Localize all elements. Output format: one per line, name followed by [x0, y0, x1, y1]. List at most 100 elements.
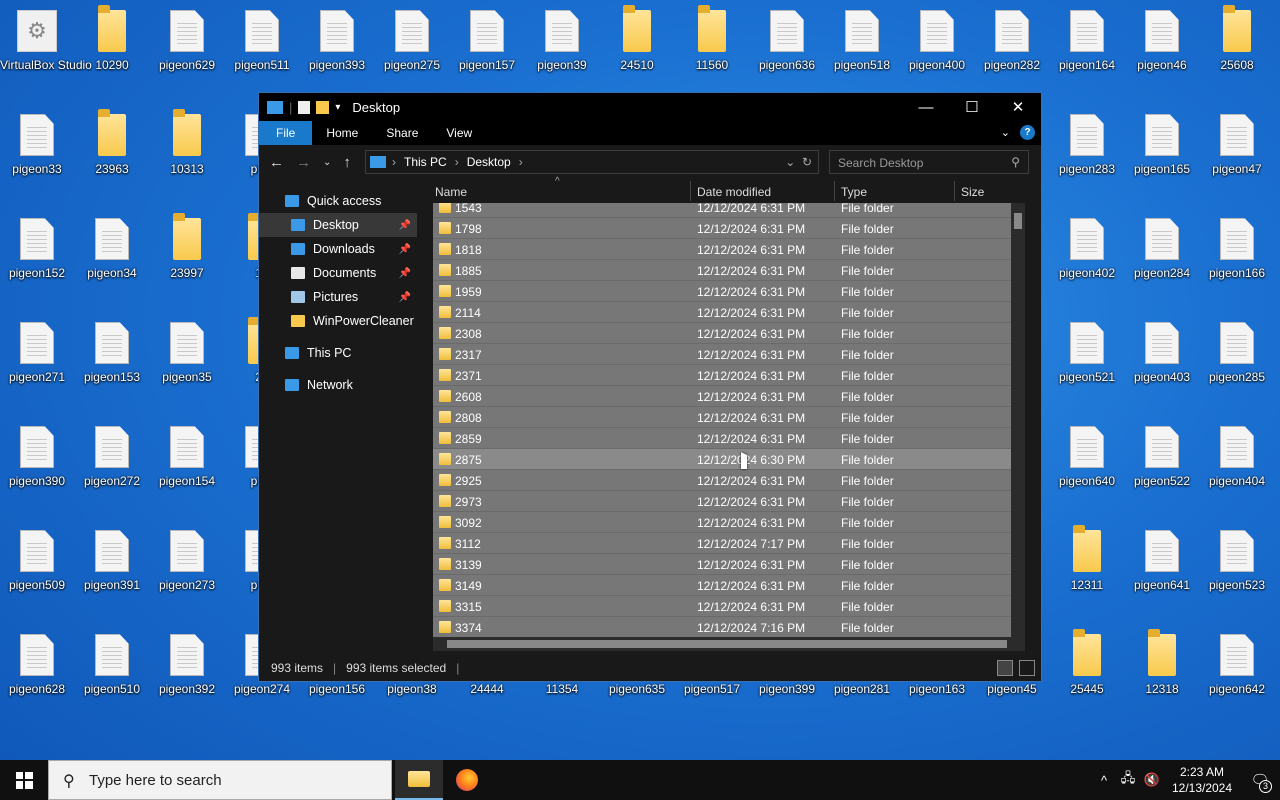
desktop-icon-file[interactable]: pigeon642	[1200, 624, 1274, 718]
desktop-icon-folder[interactable]: 23963	[75, 104, 149, 198]
desktop-icon-file[interactable]: pigeon391	[75, 520, 149, 614]
table-row[interactable]: 2973 12/12/2024 6:31 PM File folder	[433, 491, 1025, 512]
desktop-icon-folder[interactable]: 12318	[1125, 624, 1199, 718]
desktop-icon-folder[interactable]: 23997	[150, 208, 224, 302]
breadcrumb-desktop[interactable]: Desktop	[467, 155, 511, 169]
desktop-icon-file[interactable]: pigeon510	[75, 624, 149, 718]
search-input[interactable]: Search Desktop ⚲	[829, 150, 1029, 174]
tab-file[interactable]: File	[259, 121, 313, 145]
table-row[interactable]: 3092 12/12/2024 6:31 PM File folder	[433, 512, 1025, 533]
column-type[interactable]: Type	[841, 185, 867, 199]
desktop-icon-file[interactable]: pigeon157	[450, 0, 524, 94]
breadcrumb-this-pc[interactable]: This PC	[404, 155, 447, 169]
desktop-icon-file[interactable]: pigeon152	[0, 208, 74, 302]
desktop-icon-folder[interactable]: 24510	[600, 0, 674, 94]
large-icons-view-button[interactable]	[1019, 660, 1035, 676]
desktop-icon-file[interactable]: pigeon393	[300, 0, 374, 94]
desktop-icon-file[interactable]: pigeon522	[1125, 416, 1199, 510]
start-button[interactable]	[0, 760, 48, 800]
desktop-icon-folder[interactable]: 12311	[1050, 520, 1124, 614]
taskbar-file-explorer[interactable]	[395, 760, 443, 800]
taskbar-search-box[interactable]: ⚲ Type here to search	[48, 760, 392, 800]
table-row[interactable]: 3139 12/12/2024 6:31 PM File folder	[433, 554, 1025, 575]
desktop-icon-file[interactable]: pigeon509	[0, 520, 74, 614]
table-row[interactable]: 2608 12/12/2024 6:31 PM File folder	[433, 386, 1025, 407]
table-row[interactable]: 1798 12/12/2024 6:31 PM File folder	[433, 218, 1025, 239]
column-size[interactable]: Size	[961, 185, 984, 199]
desktop-icon-file[interactable]: pigeon628	[0, 624, 74, 718]
desktop-icon-folder[interactable]: 11560	[675, 0, 749, 94]
desktop-icon-file[interactable]: pigeon402	[1050, 208, 1124, 302]
show-hidden-icons-icon[interactable]: ^	[1092, 773, 1116, 788]
desktop-icon-file[interactable]: pigeon275	[375, 0, 449, 94]
table-row[interactable]: 2371 12/12/2024 6:31 PM File folder	[433, 365, 1025, 386]
desktop-icon-file[interactable]: pigeon641	[1125, 520, 1199, 614]
taskbar-firefox[interactable]	[443, 760, 491, 800]
desktop-icon-app[interactable]: ⚙ VirtualBox Studio	[0, 0, 92, 94]
nav-item[interactable]: Documents 📌	[259, 261, 417, 285]
tab-share[interactable]: Share	[372, 121, 432, 145]
table-row[interactable]: 1818 12/12/2024 6:31 PM File folder	[433, 239, 1025, 260]
tab-view[interactable]: View	[432, 121, 486, 145]
nav-item[interactable]: Pictures 📌	[259, 285, 417, 309]
column-date-modified[interactable]: Date modified	[697, 185, 771, 199]
table-row[interactable]: 2308 12/12/2024 6:31 PM File folder	[433, 323, 1025, 344]
vertical-scrollbar[interactable]	[1011, 203, 1025, 641]
desktop-icon-file[interactable]: pigeon640	[1050, 416, 1124, 510]
desktop-icon-file[interactable]: pigeon47	[1200, 104, 1274, 198]
new-folder-icon[interactable]	[316, 100, 330, 114]
address-dropdown-icon[interactable]: ⌄	[785, 155, 795, 169]
nav-item[interactable]: Desktop 📌	[259, 213, 417, 237]
table-row[interactable]: 3374 12/12/2024 7:16 PM File folder	[433, 617, 1025, 638]
expand-ribbon-icon[interactable]: ⌄	[1001, 126, 1010, 139]
table-row[interactable]: 2317 12/12/2024 6:31 PM File folder	[433, 344, 1025, 365]
volume-muted-icon[interactable]: 🔇	[1140, 772, 1164, 788]
tab-home[interactable]: Home	[312, 121, 372, 145]
desktop-icon-file[interactable]: pigeon39	[525, 0, 599, 94]
maximize-button[interactable]: ☐	[949, 93, 995, 121]
desktop-icon-folder[interactable]: 25608	[1200, 0, 1274, 94]
forward-arrow-icon[interactable]: →	[296, 154, 311, 171]
desktop-icon-file[interactable]: pigeon629	[150, 0, 224, 94]
desktop-icon-file[interactable]: pigeon165	[1125, 104, 1199, 198]
table-row[interactable]: 1885 12/12/2024 6:31 PM File folder	[433, 260, 1025, 281]
nav-item[interactable]: This PC	[259, 341, 417, 365]
desktop-icon-file[interactable]: pigeon283	[1050, 104, 1124, 198]
help-icon[interactable]: ?	[1020, 125, 1035, 140]
desktop-icon-file[interactable]: pigeon271	[0, 312, 74, 406]
desktop-icon-file[interactable]: pigeon33	[0, 104, 74, 198]
desktop-icon-file[interactable]: pigeon153	[75, 312, 149, 406]
desktop-icon-file[interactable]: pigeon284	[1125, 208, 1199, 302]
desktop-icon-file[interactable]: pigeon285	[1200, 312, 1274, 406]
desktop-icon-folder[interactable]: 10290	[75, 0, 149, 94]
desktop-icon-file[interactable]: pigeon46	[1125, 0, 1199, 94]
desktop-icon-folder[interactable]: 10313	[150, 104, 224, 198]
desktop-icon-file[interactable]: pigeon518	[825, 0, 899, 94]
nav-item[interactable]: Downloads 📌	[259, 237, 417, 261]
table-row[interactable]: 2875 12/12/2024 6:30 PM File folder	[433, 449, 1025, 470]
desktop-icon-file[interactable]: pigeon636	[750, 0, 824, 94]
desktop-icon-file[interactable]: pigeon521	[1050, 312, 1124, 406]
notification-center-button[interactable]: 🗨 3	[1240, 771, 1280, 793]
up-arrow-icon[interactable]: ↑	[343, 154, 351, 171]
table-row[interactable]: 3149 12/12/2024 6:31 PM File folder	[433, 575, 1025, 596]
table-row[interactable]: 3112 12/12/2024 7:17 PM File folder	[433, 533, 1025, 554]
desktop-icon-file[interactable]: pigeon400	[900, 0, 974, 94]
desktop-icon-file[interactable]: pigeon392	[150, 624, 224, 718]
minimize-button[interactable]: —	[903, 93, 949, 121]
desktop-icon-file[interactable]: pigeon523	[1200, 520, 1274, 614]
nav-item[interactable]: Network	[259, 373, 417, 397]
network-status-icon[interactable]: 🖧	[1116, 769, 1140, 791]
table-row[interactable]: 2114 12/12/2024 6:31 PM File folder	[433, 302, 1025, 323]
back-arrow-icon[interactable]: ←	[269, 154, 284, 171]
desktop-icon-file[interactable]: pigeon390	[0, 416, 74, 510]
properties-icon[interactable]	[298, 100, 311, 114]
clock[interactable]: 2:23 AM 12/13/2024	[1164, 764, 1240, 796]
desktop-icon-file[interactable]: pigeon403	[1125, 312, 1199, 406]
table-row[interactable]: 1543 12/12/2024 6:31 PM File folder	[433, 203, 1025, 218]
address-bar[interactable]: › This PC › Desktop › ⌄ ↻	[365, 150, 819, 174]
table-row[interactable]: 2925 12/12/2024 6:31 PM File folder	[433, 470, 1025, 491]
horizontal-scrollbar[interactable]	[433, 637, 1025, 651]
desktop-icon-file[interactable]: pigeon404	[1200, 416, 1274, 510]
table-row[interactable]: 2808 12/12/2024 6:31 PM File folder	[433, 407, 1025, 428]
